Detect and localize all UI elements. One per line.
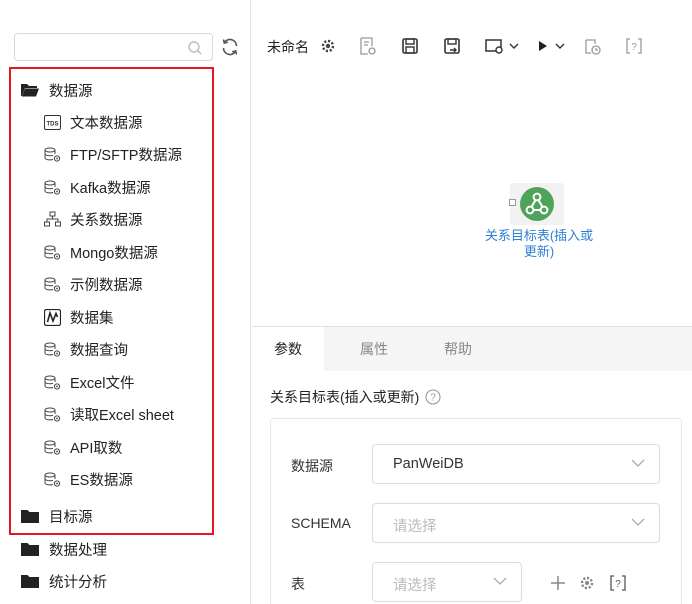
database-gear-icon: [44, 472, 61, 487]
doc-settings-icon[interactable]: [358, 36, 378, 56]
tree-folder-label: 统计分析: [49, 574, 107, 591]
database-gear-icon: [44, 180, 61, 195]
tree-item-label: FTP/SFTP数据源: [70, 147, 182, 164]
database-gear-icon: [44, 342, 61, 357]
add-icon[interactable]: [549, 574, 567, 592]
tree-item-label: 关系数据源: [70, 212, 143, 229]
chevron-down-icon: [493, 577, 507, 585]
save-as-icon[interactable]: [442, 36, 462, 56]
dataset-icon: [44, 308, 61, 326]
schedule-icon[interactable]: [582, 36, 602, 56]
folder-icon: [21, 543, 39, 556]
folder-icon: [21, 510, 39, 523]
tree-item-api[interactable]: API取数: [44, 432, 122, 462]
question-icon[interactable]: ?: [425, 389, 441, 405]
relation-icon: [44, 211, 61, 226]
property-tabs: 参数 属性 帮助: [252, 327, 692, 371]
tree-item-label: ES数据源: [70, 472, 133, 489]
svg-text:?: ?: [631, 42, 637, 53]
flow-title[interactable]: 未命名: [267, 37, 309, 57]
node-connector[interactable]: [509, 199, 516, 206]
tds-icon: TDS: [44, 114, 61, 130]
tree-item-sample-source[interactable]: 示例数据源: [44, 269, 143, 299]
tree-item-label: Excel文件: [70, 375, 135, 392]
tree-folder-statistics[interactable]: 统计分析: [21, 566, 107, 596]
table-select[interactable]: 请选择: [372, 562, 522, 602]
tree-item-label: Kafka数据源: [70, 180, 151, 197]
tree-item-label: 数据集: [70, 310, 114, 327]
database-gear-icon: [44, 245, 61, 260]
schema-select[interactable]: 请选择: [372, 503, 660, 543]
tree-item-excel-file[interactable]: Excel文件: [44, 367, 134, 397]
table-placeholder: 请选择: [393, 578, 437, 594]
run-dropdown-icon[interactable]: [536, 36, 568, 56]
field-label-schema: SCHEMA: [291, 515, 351, 531]
datasource-value: PanWeiDB: [393, 456, 464, 472]
tree-folder-target[interactable]: 目标源: [21, 501, 93, 531]
param-form: 数据源 PanWeiDB SCHEMA 请选择 表 请选择 ?: [270, 418, 682, 604]
search-row: [14, 33, 244, 61]
chevron-down-icon: [631, 459, 645, 467]
panel-title: 关系目标表(插入或更新): [270, 389, 420, 405]
folder-open-icon: [21, 84, 39, 97]
flow-canvas[interactable]: 关系目标表(插入或更新): [252, 62, 692, 326]
tree-item-excel-sheet[interactable]: 读取Excel sheet: [44, 399, 174, 429]
datasource-select[interactable]: PanWeiDB: [372, 444, 660, 484]
database-gear-icon: [44, 375, 61, 390]
svg-text:TDS: TDS: [47, 121, 59, 127]
search-input[interactable]: [15, 34, 185, 60]
run-config-dropdown-icon[interactable]: [484, 36, 520, 56]
tree-item-relational-source[interactable]: 关系数据源: [44, 204, 143, 234]
tree-item-data-query[interactable]: 数据查询: [44, 334, 128, 364]
editor-panel: 未命名 ? 关系目标表(插入或更新) 参数 属性 帮助 关系目标表(插入或更新)…: [252, 0, 692, 604]
tree-item-es-source[interactable]: ES数据源: [44, 464, 133, 494]
database-gear-icon: [44, 277, 61, 292]
tree-folder-label: 数据源: [49, 83, 93, 100]
database-gear-icon: [44, 407, 61, 422]
chevron-down-icon: [631, 518, 645, 526]
tree-item-ftp-source[interactable]: FTP/SFTP数据源: [44, 139, 182, 169]
schema-placeholder: 请选择: [393, 519, 437, 535]
tree-item-mongo-source[interactable]: Mongo数据源: [44, 237, 158, 267]
tree-item-label: 读取Excel sheet: [70, 407, 174, 424]
refresh-icon[interactable]: [220, 37, 240, 57]
save-icon[interactable]: [400, 36, 420, 56]
tree-item-dataset[interactable]: 数据集: [44, 302, 114, 332]
tree-item-label: 文本数据源: [70, 115, 143, 132]
field-label-datasource: 数据源: [291, 458, 333, 474]
help-icon[interactable]: ?: [624, 36, 644, 56]
flow-node[interactable]: [510, 183, 564, 225]
tree-item-label: API取数: [70, 440, 123, 457]
tree-item-label: 示例数据源: [70, 277, 143, 294]
svg-text:?: ?: [431, 393, 437, 404]
search-box[interactable]: [14, 33, 213, 61]
tree-folder-data-source[interactable]: 数据源: [21, 75, 93, 105]
tree-item-text-source[interactable]: TDS 文本数据源: [44, 107, 143, 137]
tree-folder-label: 目标源: [49, 509, 93, 526]
folder-icon: [21, 575, 39, 588]
tab-attributes[interactable]: 属性: [338, 327, 410, 371]
tree-folder-processing[interactable]: 数据处理: [21, 534, 107, 564]
field-label-table: 表: [291, 576, 305, 592]
tab-help[interactable]: 帮助: [422, 327, 494, 371]
svg-text:?: ?: [615, 579, 621, 590]
help-icon[interactable]: ?: [609, 574, 627, 592]
search-icon[interactable]: [187, 40, 203, 56]
tree-item-label: Mongo数据源: [70, 245, 158, 262]
tree-item-kafka-source[interactable]: Kafka数据源: [44, 172, 151, 202]
settings-icon[interactable]: [578, 574, 596, 592]
relation-target-icon: [520, 187, 554, 221]
settings-icon[interactable]: [318, 36, 338, 56]
tree-folder-label: 数据处理: [49, 542, 107, 559]
toolbar: 未命名 ?: [252, 30, 692, 62]
database-gear-icon: [44, 440, 61, 455]
tree-item-label: 数据查询: [70, 342, 128, 359]
panel-title-row: 关系目标表(插入或更新) ?: [270, 387, 441, 407]
app-root: 数据源 TDS 文本数据源 FTP/SFTP数据源 Kafka数据源 关系数据源…: [0, 0, 692, 604]
tab-params[interactable]: 参数: [252, 327, 324, 371]
database-gear-icon: [44, 147, 61, 162]
flow-node-label[interactable]: 关系目标表(插入或更新): [484, 228, 594, 260]
component-panel: 数据源 TDS 文本数据源 FTP/SFTP数据源 Kafka数据源 关系数据源…: [0, 0, 251, 604]
